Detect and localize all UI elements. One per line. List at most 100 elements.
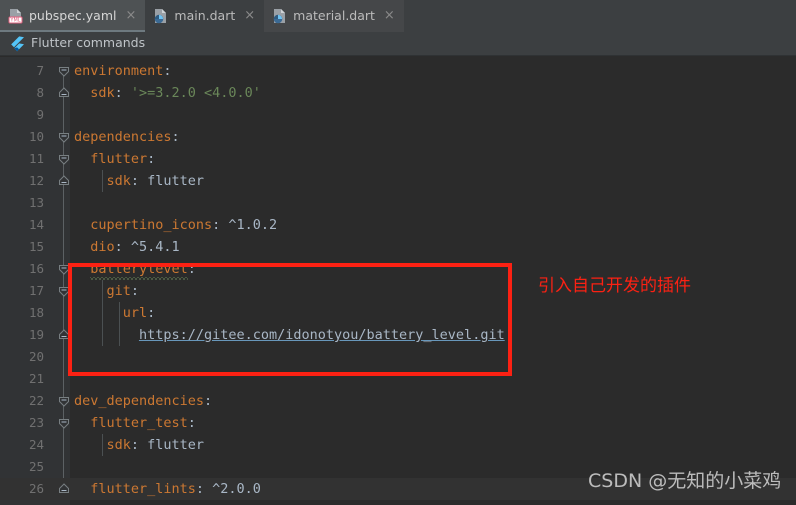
yaml-file-icon: YML [8, 8, 23, 24]
editor-tab-bar: YML pubspec.yaml × main.dart × material.dart × [0, 0, 796, 32]
line-number: 15 [28, 239, 44, 254]
editor-tab-label: main.dart [174, 7, 236, 23]
dart-file-icon [272, 8, 287, 24]
fold-marker-end[interactable] [58, 324, 70, 346]
code-text: environment: [74, 60, 172, 82]
fold-marker-expanded[interactable] [58, 148, 70, 170]
code-token: : [130, 283, 139, 299]
editor-tab-label: material.dart [293, 7, 375, 23]
code-link[interactable]: https://gitee.com/idonotyou/battery_leve… [139, 327, 505, 343]
code-token: : [195, 481, 213, 497]
annotation-note-text: 引入自己开发的插件 [538, 276, 691, 296]
code-token: : [187, 261, 196, 277]
code-token: : [171, 129, 180, 145]
code-token: dio [90, 239, 115, 255]
code-line[interactable]: 12 sdk: flutter [0, 170, 796, 192]
code-line[interactable]: 13 [0, 192, 796, 214]
code-token: sdk [106, 173, 131, 189]
code-token: : [114, 85, 131, 101]
line-number: 20 [28, 349, 44, 364]
code-line[interactable]: 11 flutter: [0, 148, 796, 170]
code-token: : [130, 173, 148, 189]
code-token: : [114, 239, 131, 255]
line-number: 14 [28, 217, 44, 232]
code-token: : [212, 217, 229, 233]
code-line[interactable]: 24 sdk: flutter [0, 434, 796, 456]
line-number: 10 [28, 129, 44, 144]
fold-marker-expanded[interactable] [58, 412, 70, 434]
code-text: batterylevel: [90, 258, 196, 280]
line-number: 18 [28, 305, 44, 320]
code-token: cupertino_icons [90, 217, 213, 233]
code-line[interactable]: 15 dio: ^5.4.1 [0, 236, 796, 258]
close-icon[interactable]: × [384, 9, 395, 23]
code-line[interactable]: 10 dependencies: [0, 126, 796, 148]
code-text: git: [106, 280, 139, 302]
code-token: : [163, 63, 172, 79]
fold-marker-end[interactable] [58, 478, 70, 500]
code-line[interactable]: 8 sdk: '>=3.2.0 <4.0.0' [0, 82, 796, 104]
code-text: dio: ^5.4.1 [90, 236, 179, 258]
code-token: '>=3.2.0 <4.0.0' [130, 85, 261, 101]
code-line[interactable]: 9 [0, 104, 796, 126]
line-number: 25 [28, 459, 44, 474]
code-line[interactable]: 21 [0, 368, 796, 390]
indent-guide [102, 434, 104, 456]
ide-window: YML pubspec.yaml × main.dart × material.dart ×… [0, 0, 796, 505]
code-line[interactable]: 23 flutter_test: [0, 412, 796, 434]
svg-text:YML: YML [9, 18, 20, 24]
code-token: : [204, 393, 213, 409]
fold-marker-expanded[interactable] [58, 390, 70, 412]
line-number: 11 [28, 151, 44, 166]
code-token: flutter [147, 173, 205, 189]
fold-marker-expanded[interactable] [58, 258, 70, 280]
code-token: : [130, 437, 148, 453]
line-number: 21 [28, 371, 44, 386]
flutter-logo-icon [10, 35, 24, 52]
fold-marker-end[interactable] [58, 170, 70, 192]
csdn-watermark: CSDN @无知的小菜鸡 [588, 470, 782, 492]
editor-tab-pubspec-yaml[interactable]: YML pubspec.yaml × [0, 0, 146, 32]
code-token: sdk [106, 437, 131, 453]
editor-tab-main-dart[interactable]: main.dart × [145, 0, 264, 32]
code-text: sdk: '>=3.2.0 <4.0.0' [90, 82, 261, 104]
code-token: ^2.0.0 [212, 481, 261, 497]
fold-marker-expanded[interactable] [58, 60, 70, 82]
fold-marker-expanded[interactable] [58, 126, 70, 148]
code-token: git [106, 283, 131, 299]
code-text: sdk: flutter [106, 170, 204, 192]
code-token: flutter [147, 437, 205, 453]
code-line[interactable]: 20 [0, 346, 796, 368]
code-token: : [147, 305, 156, 321]
code-token: dev_dependencies [74, 393, 205, 409]
code-token: ^1.0.2 [228, 217, 278, 233]
code-line[interactable]: 14 cupertino_icons: ^1.0.2 [0, 214, 796, 236]
fold-marker-end[interactable] [58, 82, 70, 104]
code-token: url [122, 305, 148, 321]
line-number: 19 [28, 327, 44, 342]
code-text: https://gitee.com/idonotyou/battery_leve… [139, 324, 505, 346]
code-token: environment [74, 63, 164, 79]
code-line[interactable]: 7 environment: [0, 60, 796, 82]
editor-tab-material-dart[interactable]: material.dart × [264, 0, 404, 32]
fold-marker-expanded[interactable] [58, 280, 70, 302]
editor-tab-label: pubspec.yaml [29, 7, 117, 23]
close-icon[interactable]: × [125, 9, 136, 23]
code-token: dependencies [74, 129, 172, 145]
code-token: sdk [90, 85, 115, 101]
code-token: flutter_test [90, 415, 188, 431]
flutter-commands-bar[interactable]: Flutter commands [0, 32, 796, 56]
line-number: 9 [36, 107, 44, 122]
code-text: dev_dependencies: [74, 390, 212, 412]
code-token: flutter_lints [90, 481, 196, 497]
code-text: flutter_test: [90, 412, 196, 434]
code-text: dependencies: [74, 126, 180, 148]
close-icon[interactable]: × [244, 9, 255, 23]
code-text: sdk: flutter [106, 434, 204, 456]
code-line[interactable]: 22 dev_dependencies: [0, 390, 796, 412]
line-number: 23 [28, 415, 44, 430]
code-token: : [187, 415, 196, 431]
indent-guide [102, 170, 104, 192]
dart-file-icon [153, 8, 168, 24]
line-number: 22 [28, 393, 44, 408]
